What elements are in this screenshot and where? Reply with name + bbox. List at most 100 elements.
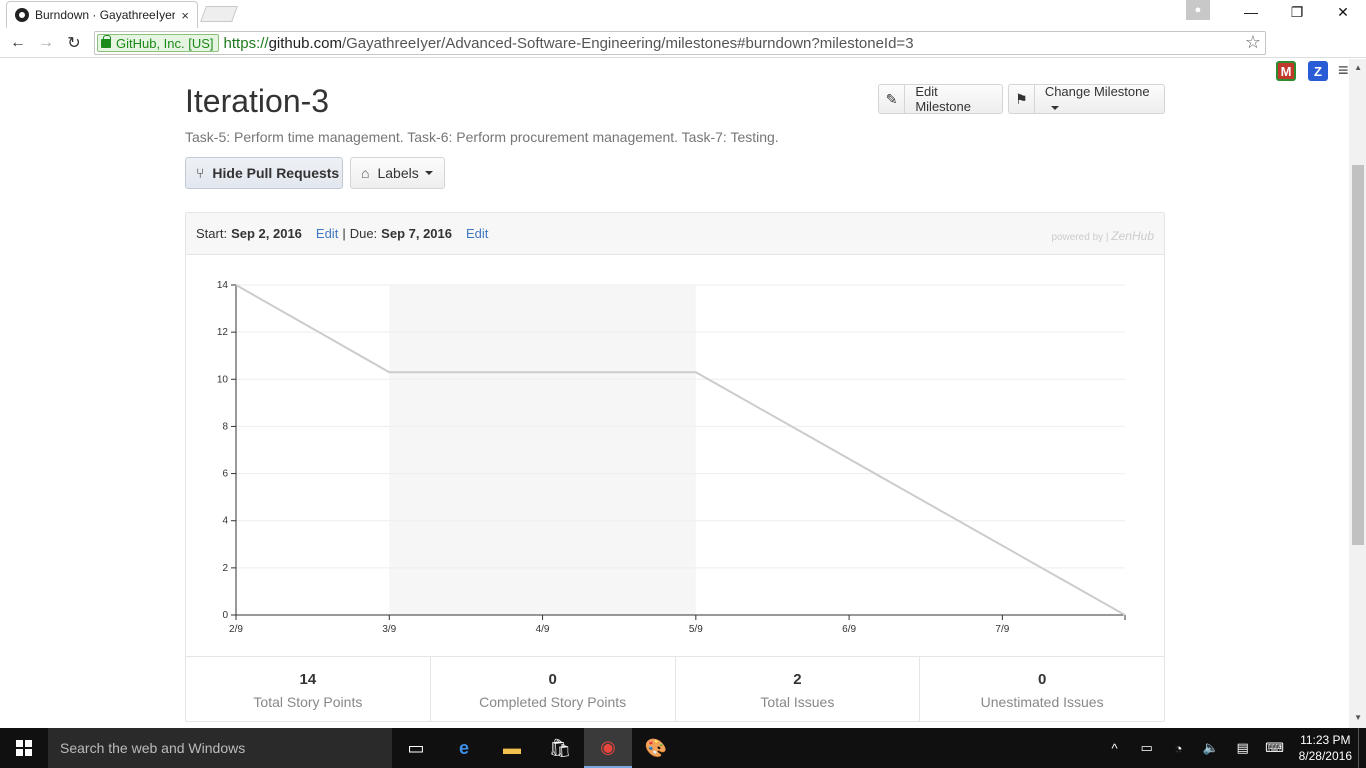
reload-button[interactable]: ↻: [60, 30, 88, 56]
start-date: Sep 2, 2016: [231, 226, 302, 241]
powered-by-zenhub: powered by | ZenHub: [1051, 229, 1154, 243]
restore-button[interactable]: ❐: [1274, 0, 1320, 24]
edit-due-link[interactable]: Edit: [466, 226, 488, 241]
battery-icon[interactable]: ▭: [1131, 740, 1163, 756]
scroll-down-icon[interactable]: ▼: [1354, 713, 1362, 722]
labels-dropdown-button[interactable]: ⌂ Labels: [350, 157, 445, 189]
address-bar[interactable]: GitHub, Inc. [US] https://github.com/Gay…: [94, 31, 1266, 55]
scrollbar-thumb[interactable]: [1352, 165, 1364, 545]
taskbar-clock[interactable]: 11:23 PM 8/28/2016: [1299, 732, 1352, 764]
x-tick-label: 6/9: [842, 624, 856, 635]
y-tick-label: 10: [217, 374, 229, 385]
y-tick-label: 12: [217, 327, 229, 338]
task-view-icon[interactable]: ▭: [392, 728, 440, 768]
stat-value: 0: [548, 671, 557, 688]
x-tick-label: 4/9: [536, 624, 550, 635]
chevron-down-icon: [424, 171, 433, 175]
lock-icon: [101, 34, 111, 48]
x-tick-label: 7/9: [995, 624, 1009, 635]
milestone-title: Iteration-3: [185, 83, 330, 119]
milestone-page: Iteration-3 Task-5: Perform time managem…: [185, 59, 1165, 728]
change-milestone-button[interactable]: ⚑ Change Milestone: [1008, 84, 1165, 114]
minimize-button[interactable]: —: [1228, 0, 1274, 24]
new-tab-button[interactable]: [200, 6, 238, 22]
powered-by-text: powered by |: [1051, 232, 1109, 243]
forward-button[interactable]: →: [32, 30, 60, 56]
burndown-panel-header: Start: Sep 2, 2016 Edit | Due: Sep 7, 20…: [186, 213, 1164, 255]
zenhub-brand: ZenHub: [1111, 229, 1154, 243]
bookmark-star-icon[interactable]: ☆: [1245, 32, 1261, 53]
y-tick-label: 14: [217, 280, 229, 291]
browser-tabbar: Burndown · GayathreeIyer/A × ● — ❐ ✕: [0, 0, 1366, 28]
stat-value: 2: [793, 671, 802, 688]
show-hidden-icons-icon[interactable]: ^: [1099, 741, 1131, 756]
y-tick-label: 2: [222, 563, 228, 574]
show-desktop-button[interactable]: [1358, 728, 1366, 768]
labels-label: Labels: [377, 165, 419, 181]
start-button[interactable]: [0, 728, 48, 768]
pencil-icon: ✎: [879, 85, 906, 113]
edit-milestone-button[interactable]: ✎ Edit Milestone: [878, 84, 1003, 114]
edit-start-link[interactable]: Edit: [316, 226, 338, 241]
milestone-signpost-icon: ⚑: [1009, 85, 1035, 113]
secure-badge[interactable]: GitHub, Inc. [US]: [97, 34, 219, 52]
stat-cell: 14 Total Story Points: [186, 657, 431, 722]
extension-zenhub-icon[interactable]: Z: [1308, 61, 1328, 81]
browser-tab[interactable]: Burndown · GayathreeIyer/A ×: [6, 1, 198, 28]
due-date: Sep 7, 2016: [381, 226, 452, 241]
url-text[interactable]: https://github.com/GayathreeIyer/Advance…: [224, 35, 914, 52]
back-button[interactable]: ←: [4, 30, 32, 56]
paint-icon[interactable]: 🎨: [632, 728, 680, 768]
volume-icon[interactable]: 🔈: [1195, 740, 1227, 756]
stat-value: 14: [299, 671, 317, 688]
stat-label: Total Story Points: [253, 694, 363, 710]
change-milestone-label: Change Milestone: [1044, 84, 1150, 99]
store-icon[interactable]: 🛍: [536, 728, 584, 768]
stat-label: Unestimated Issues: [980, 694, 1104, 710]
browser-menu-icon[interactable]: ≡: [1338, 60, 1349, 81]
date-separator: |: [342, 226, 346, 241]
x-tick-label: 3/9: [382, 624, 396, 635]
y-tick-label: 6: [222, 469, 228, 480]
scroll-up-icon[interactable]: ▲: [1354, 63, 1362, 72]
tab-title: Burndown · GayathreeIyer/A: [35, 8, 176, 22]
tab-close-icon[interactable]: ×: [181, 8, 189, 23]
pull-request-icon: ⑂: [196, 165, 205, 181]
stat-label: Total Issues: [760, 694, 835, 710]
url-scheme: https://: [223, 34, 269, 52]
extension-mcafee-icon[interactable]: M: [1276, 61, 1296, 81]
stat-cell: 0 Completed Story Points: [431, 657, 676, 722]
chart-shaded-range: [389, 285, 696, 615]
stat-label: Completed Story Points: [479, 694, 627, 710]
edge-browser-icon[interactable]: e: [440, 728, 488, 768]
user-profile-icon[interactable]: ●: [1186, 0, 1210, 20]
edit-milestone-label: Edit Milestone: [915, 84, 971, 114]
windows-taskbar: Search the web and Windows ▭ e ▬ 🛍 ◉ 🎨 ^…: [0, 728, 1366, 768]
github-icon: [15, 8, 29, 22]
stat-cell: 2 Total Issues: [676, 657, 921, 722]
secure-label: GitHub, Inc. [US]: [116, 35, 214, 51]
wifi-icon[interactable]: ◔: [1163, 741, 1195, 756]
hide-pull-requests-button[interactable]: ⑂ Hide Pull Requests: [185, 157, 343, 189]
stat-cell: 0 Unestimated Issues: [920, 657, 1164, 722]
x-tick-label: 2/9: [229, 624, 243, 635]
x-tick-label: 5/9: [689, 624, 703, 635]
clock-time: 11:23 PM: [1300, 733, 1351, 747]
keyboard-icon[interactable]: ⌨: [1259, 740, 1291, 756]
system-tray: ^ ▭ ◔ 🔈 ▤ ⌨ 11:23 PM 8/28/2016: [1099, 728, 1366, 768]
y-tick-label: 4: [222, 516, 228, 527]
window-controls: ● — ❐ ✕: [1186, 0, 1366, 28]
action-center-icon[interactable]: ▤: [1227, 740, 1259, 756]
chrome-icon[interactable]: ◉: [584, 728, 632, 768]
url-path: /GayathreeIyer/Advanced-Software-Enginee…: [341, 34, 914, 52]
chevron-down-icon: [1050, 105, 1059, 110]
y-tick-label: 8: [222, 421, 228, 432]
clock-date: 8/28/2016: [1298, 749, 1352, 763]
file-explorer-icon[interactable]: ▬: [488, 728, 536, 768]
close-window-button[interactable]: ✕: [1320, 0, 1366, 24]
url-host: github.com: [268, 34, 342, 52]
milestone-stats: 14 Total Story Points 0 Completed Story Poi…: [186, 656, 1164, 722]
taskbar-search-box[interactable]: Search the web and Windows: [48, 728, 392, 768]
start-label: Start:: [196, 226, 228, 241]
tag-icon: ⌂: [361, 165, 370, 181]
